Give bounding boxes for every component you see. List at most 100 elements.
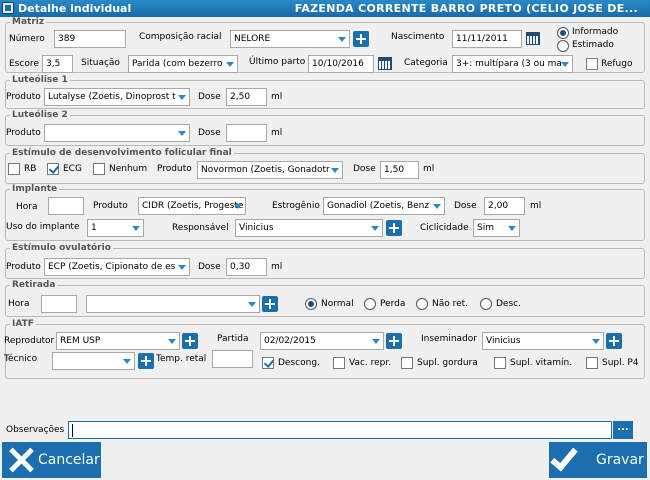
uso-implante-select[interactable]: 1 bbox=[87, 219, 144, 237]
luteolise2-produto-select[interactable] bbox=[44, 124, 190, 142]
inseminador-select[interactable]: Vinicius bbox=[482, 332, 604, 350]
add-partida-button[interactable] bbox=[386, 333, 402, 349]
categoria-select[interactable]: 3+: multípara (3 ou ma bbox=[452, 55, 573, 73]
supl-vitamin-checkbox[interactable] bbox=[494, 357, 506, 369]
estrogenio-value: Gonadiol (Zoetis, Benz bbox=[327, 201, 430, 211]
implante-hora-input[interactable] bbox=[48, 197, 84, 215]
save-button[interactable]: Gravar bbox=[549, 442, 647, 478]
implante-produto-select[interactable]: CIDR (Zoetis, Progeste bbox=[138, 197, 246, 215]
reprodutor-select[interactable]: REM USP bbox=[56, 332, 180, 350]
supl-gordura-checkbox[interactable] bbox=[401, 357, 413, 369]
supl-p4-checkbox[interactable] bbox=[586, 357, 598, 369]
luteolise1-produto-label: Produto bbox=[6, 92, 41, 102]
responsavel-label: Responsável bbox=[172, 223, 229, 233]
perda-radio[interactable] bbox=[364, 298, 376, 310]
luteolise2-dose-label: Dose bbox=[198, 128, 221, 138]
situacao-select[interactable]: Parida (com bezerro bbox=[128, 55, 238, 73]
window-title: Detalhe individual bbox=[18, 2, 132, 15]
numero-input[interactable]: 389 bbox=[54, 30, 126, 48]
normal-radio[interactable] bbox=[305, 298, 317, 310]
luteolise1-dose-input[interactable]: 2,50 bbox=[226, 88, 267, 106]
escore-input[interactable]: 3,5 bbox=[42, 55, 73, 73]
situacao-label: Situação bbox=[81, 58, 120, 68]
cancel-button[interactable]: Cancelar bbox=[2, 442, 101, 478]
descong-checkbox[interactable] bbox=[262, 357, 274, 369]
add-inseminador-button[interactable] bbox=[606, 333, 622, 349]
estimulo-dose-input[interactable]: 1,50 bbox=[380, 161, 419, 179]
composicao-value: NELORE bbox=[234, 34, 271, 44]
nascimento-calendar-icon[interactable] bbox=[525, 30, 541, 46]
implante-produto-label: Produto bbox=[93, 201, 128, 211]
temp-retal-input[interactable] bbox=[212, 350, 253, 368]
add-reprodutor-button[interactable] bbox=[182, 333, 198, 349]
estimulo-dose-label: Dose bbox=[353, 164, 376, 174]
ovulatorio-produto-select[interactable]: ECP (Zoetis, Cipionato de es bbox=[44, 258, 190, 276]
ultimo-parto-calendar-icon[interactable] bbox=[377, 55, 393, 71]
retirada-select[interactable] bbox=[86, 295, 260, 313]
luteolise1-produto-select[interactable]: Lutalyse (Zoetis, Dinoprost t bbox=[44, 88, 190, 106]
add-responsavel-button[interactable] bbox=[386, 220, 402, 236]
matriz-legend: Matriz bbox=[12, 17, 45, 27]
responsavel-select[interactable]: Vinicius bbox=[235, 219, 383, 237]
informado-radio[interactable] bbox=[557, 27, 569, 39]
ecg-checkbox[interactable] bbox=[47, 163, 59, 175]
tecnico-select[interactable] bbox=[52, 352, 135, 370]
ecg-label: ECG bbox=[63, 164, 82, 174]
ovulatorio-dose-input[interactable]: 0,30 bbox=[226, 258, 267, 276]
escore-label: Escore bbox=[9, 59, 39, 69]
categoria-label: Categoria bbox=[404, 58, 448, 68]
cancel-button-label: Cancelar bbox=[38, 452, 100, 468]
add-tecnico-button[interactable] bbox=[138, 353, 154, 369]
luteolise2-dose-input[interactable] bbox=[226, 124, 267, 142]
composicao-select[interactable]: NELORE bbox=[230, 30, 350, 48]
text-caret bbox=[72, 424, 73, 437]
add-retirada-button[interactable] bbox=[262, 296, 278, 312]
chevron-down-icon bbox=[433, 204, 441, 209]
retirada-hora-input[interactable] bbox=[41, 295, 77, 313]
refugo-label: Refugo bbox=[601, 59, 633, 69]
retirada-legend: Retirada bbox=[12, 280, 56, 290]
nao-ret-label: Não ret. bbox=[432, 299, 469, 309]
uso-implante-label: Uso do implante bbox=[6, 222, 80, 232]
chevron-down-icon bbox=[132, 226, 140, 231]
implante-hora-label: Hora bbox=[16, 202, 38, 212]
window-icon bbox=[2, 2, 14, 14]
chevron-down-icon bbox=[178, 265, 186, 270]
ovulatorio-produto-value: ECP (Zoetis, Cipionato de es bbox=[48, 262, 176, 272]
estimulo-legend: Estímulo de desenvolvimento folicular fi… bbox=[12, 148, 232, 158]
normal-label: Normal bbox=[321, 299, 354, 309]
add-composicao-button[interactable] bbox=[353, 31, 369, 47]
estimado-radio[interactable] bbox=[557, 40, 569, 52]
estrogenio-select[interactable]: Gonadiol (Zoetis, Benz bbox=[323, 197, 445, 215]
nascimento-input[interactable]: 11/11/2011 bbox=[452, 30, 522, 48]
nenhum-checkbox[interactable] bbox=[93, 163, 105, 175]
desc-radio[interactable] bbox=[480, 298, 492, 310]
nao-ret-radio[interactable] bbox=[416, 298, 428, 310]
desc-label: Desc. bbox=[496, 299, 521, 309]
estimulo-produto-label: Produto bbox=[157, 164, 192, 174]
vac-repr-checkbox[interactable] bbox=[333, 357, 345, 369]
ultimo-parto-label: Último parto bbox=[249, 57, 306, 67]
close-icon bbox=[7, 446, 35, 474]
numero-label: Número bbox=[9, 34, 45, 44]
estimulo-section: Estímulo de desenvolvimento folicular fi… bbox=[5, 148, 645, 184]
observacoes-input[interactable] bbox=[68, 421, 612, 439]
estimulo-produto-select[interactable]: Novormon (Zoetis, Gonadotr bbox=[197, 161, 343, 179]
chevron-down-icon bbox=[178, 95, 186, 100]
chevron-down-icon bbox=[226, 62, 234, 67]
perda-label: Perda bbox=[380, 299, 406, 309]
ciclicidade-value: Sim bbox=[477, 223, 494, 233]
rb-checkbox[interactable] bbox=[8, 163, 20, 175]
observacoes-more-button[interactable]: ... bbox=[613, 421, 633, 439]
ovulatorio-legend: Estímulo ovulatório bbox=[12, 243, 111, 253]
partida-select[interactable]: 02/02/2015 bbox=[260, 332, 384, 350]
implante-dose-input[interactable]: 2,00 bbox=[484, 197, 525, 215]
luteolise2-unit: ml bbox=[271, 128, 283, 138]
chevron-down-icon bbox=[338, 37, 346, 42]
tecnico-label: Técnico bbox=[4, 354, 38, 364]
refugo-checkbox[interactable] bbox=[586, 58, 598, 70]
ciclicidade-select[interactable]: Sim bbox=[473, 219, 520, 237]
ovulatorio-unit: ml bbox=[271, 262, 283, 272]
ultimo-parto-input[interactable]: 10/10/2016 bbox=[308, 55, 374, 73]
informado-label: Informado bbox=[572, 27, 619, 37]
